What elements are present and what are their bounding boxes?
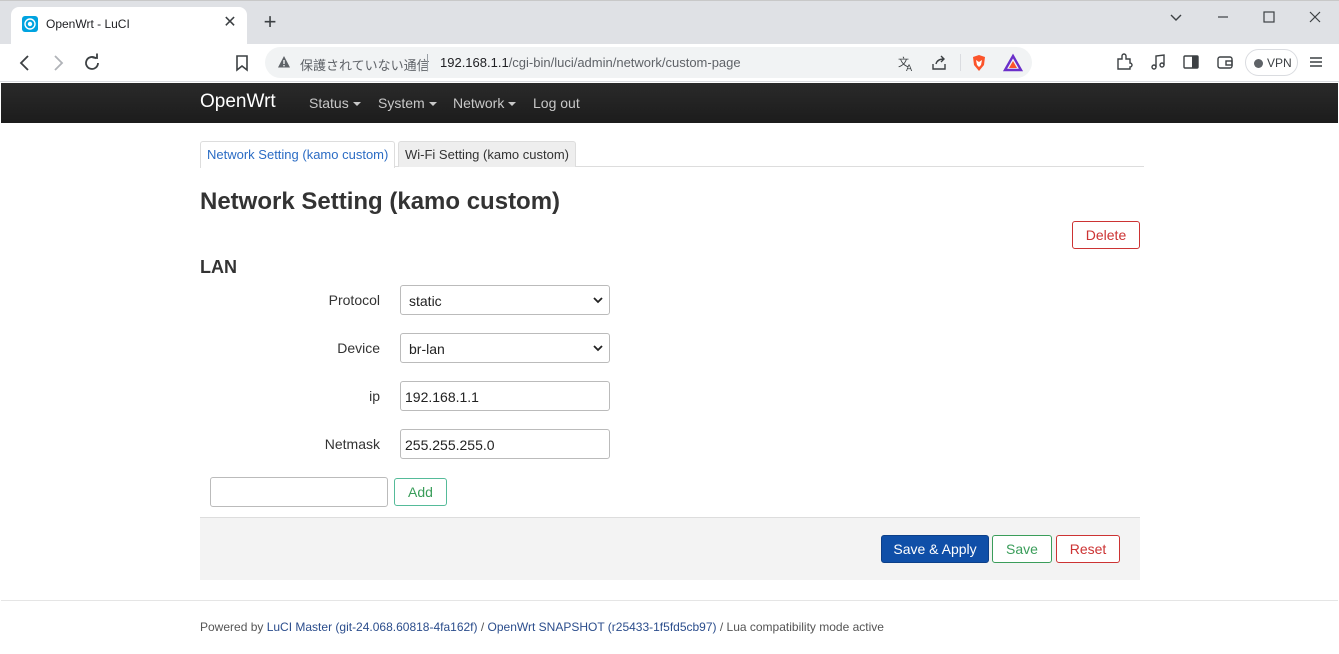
url-text[interactable]: 192.168.1.1/cgi-bin/luci/admin/network/c…	[440, 55, 741, 70]
protocol-label: Protocol	[328, 292, 380, 308]
tab-network-setting[interactable]: Network Setting (kamo custom)	[200, 141, 396, 168]
bookmark-icon[interactable]	[230, 51, 254, 75]
menu-status-label: Status	[309, 95, 349, 111]
omnibox-icon-divider	[960, 54, 961, 71]
media-icon[interactable]	[1148, 52, 1168, 72]
device-value: br-lan	[409, 341, 445, 357]
page-title: Network Setting (kamo custom)	[200, 188, 561, 215]
footer-openwrt-link[interactable]: OpenWrt SNAPSHOT (r25433-1f5fd5cb97)	[488, 620, 717, 634]
protocol-value: static	[409, 293, 442, 309]
vpn-button[interactable]: VPN	[1245, 49, 1298, 76]
brave-shields-icon[interactable]	[969, 53, 989, 73]
brave-rewards-icon[interactable]	[1003, 53, 1023, 73]
svg-text:A: A	[906, 64, 913, 73]
luci-header: OpenWrt Status System Network Log out	[1, 83, 1338, 123]
menu-system[interactable]: System	[378, 95, 437, 111]
back-icon[interactable]	[13, 51, 37, 75]
chevron-down-icon[interactable]	[1166, 7, 1186, 27]
footer-divider	[1, 600, 1338, 601]
close-window-icon[interactable]	[1305, 7, 1325, 27]
browser-tab[interactable]: OpenWrt - LuCI ✕	[11, 7, 247, 45]
device-select[interactable]: br-lan	[400, 333, 610, 363]
security-status-text: 保護されていない通信	[300, 58, 430, 73]
delete-button[interactable]: Delete	[1072, 221, 1140, 249]
menu-status[interactable]: Status	[309, 95, 361, 111]
menu-network-label: Network	[453, 95, 505, 111]
reset-button[interactable]: Reset	[1056, 535, 1120, 563]
vpn-label: VPN	[1267, 56, 1292, 70]
device-label: Device	[337, 340, 380, 356]
browser-tab-title: OpenWrt - LuCI	[46, 17, 130, 31]
save-apply-button[interactable]: Save & Apply	[881, 535, 989, 563]
footer-powered-by: Powered by	[200, 620, 267, 634]
new-section-input[interactable]	[210, 477, 388, 507]
menu-logout[interactable]: Log out	[533, 95, 580, 111]
ip-input[interactable]: 192.168.1.1	[400, 381, 610, 411]
ip-value: 192.168.1.1	[405, 389, 479, 405]
warning-icon[interactable]	[277, 55, 291, 69]
translate-icon[interactable]: 文A	[896, 53, 916, 73]
tab-wifi-setting[interactable]: Wi-Fi Setting (kamo custom)	[398, 141, 576, 167]
netmask-value: 255.255.255.0	[405, 437, 495, 453]
new-tab-icon[interactable]: +	[258, 11, 282, 35]
netmask-label: Netmask	[324, 436, 380, 452]
vpn-status-icon	[1254, 59, 1263, 68]
caret-down-icon	[352, 102, 361, 106]
footer-suffix: / Lua compatibility mode active	[716, 620, 884, 634]
minimize-icon[interactable]	[1213, 7, 1233, 27]
section-title: LAN	[200, 257, 237, 277]
protocol-select[interactable]: static	[400, 285, 610, 315]
chevron-down-icon	[593, 345, 603, 352]
save-button[interactable]: Save	[992, 535, 1052, 563]
wallet-icon[interactable]	[1215, 52, 1235, 72]
openwrt-favicon-icon	[22, 16, 38, 32]
menu-icon[interactable]	[1306, 52, 1326, 72]
menu-system-label: System	[378, 95, 425, 111]
browser-toolbar: 保護されていない通信 192.168.1.1/cgi-bin/luci/admi…	[0, 44, 1339, 82]
extensions-icon[interactable]	[1114, 52, 1134, 72]
chevron-down-icon	[593, 297, 603, 304]
sidebar-icon[interactable]	[1181, 52, 1201, 72]
share-icon[interactable]	[929, 53, 949, 73]
caret-down-icon	[428, 102, 437, 106]
url-host: 192.168.1.1	[440, 55, 509, 70]
browser-tab-bar: OpenWrt - LuCI ✕ +	[0, 0, 1339, 45]
maximize-icon[interactable]	[1259, 7, 1279, 27]
ip-label: ip	[369, 388, 380, 404]
brand-logo[interactable]: OpenWrt	[200, 91, 276, 113]
footer-luci-link[interactable]: LuCI Master (git-24.068.60818-4fa162f)	[267, 620, 478, 634]
address-bar[interactable]: 保護されていない通信 192.168.1.1/cgi-bin/luci/admi…	[265, 47, 1032, 78]
forward-icon[interactable]	[46, 51, 70, 75]
reload-icon[interactable]	[80, 51, 104, 75]
menu-network[interactable]: Network	[453, 95, 517, 111]
footer: Powered by LuCI Master (git-24.068.60818…	[200, 620, 884, 634]
page-tabs: Network Setting (kamo custom) Wi-Fi Sett…	[200, 141, 1144, 168]
netmask-input[interactable]: 255.255.255.0	[400, 429, 610, 459]
omnibox-divider	[427, 54, 428, 71]
footer-separator: /	[477, 620, 488, 634]
url-path: /cgi-bin/luci/admin/network/custom-page	[508, 55, 741, 70]
caret-down-icon	[508, 102, 517, 106]
add-button[interactable]: Add	[394, 478, 447, 506]
tab-close-icon[interactable]: ✕	[220, 13, 240, 33]
